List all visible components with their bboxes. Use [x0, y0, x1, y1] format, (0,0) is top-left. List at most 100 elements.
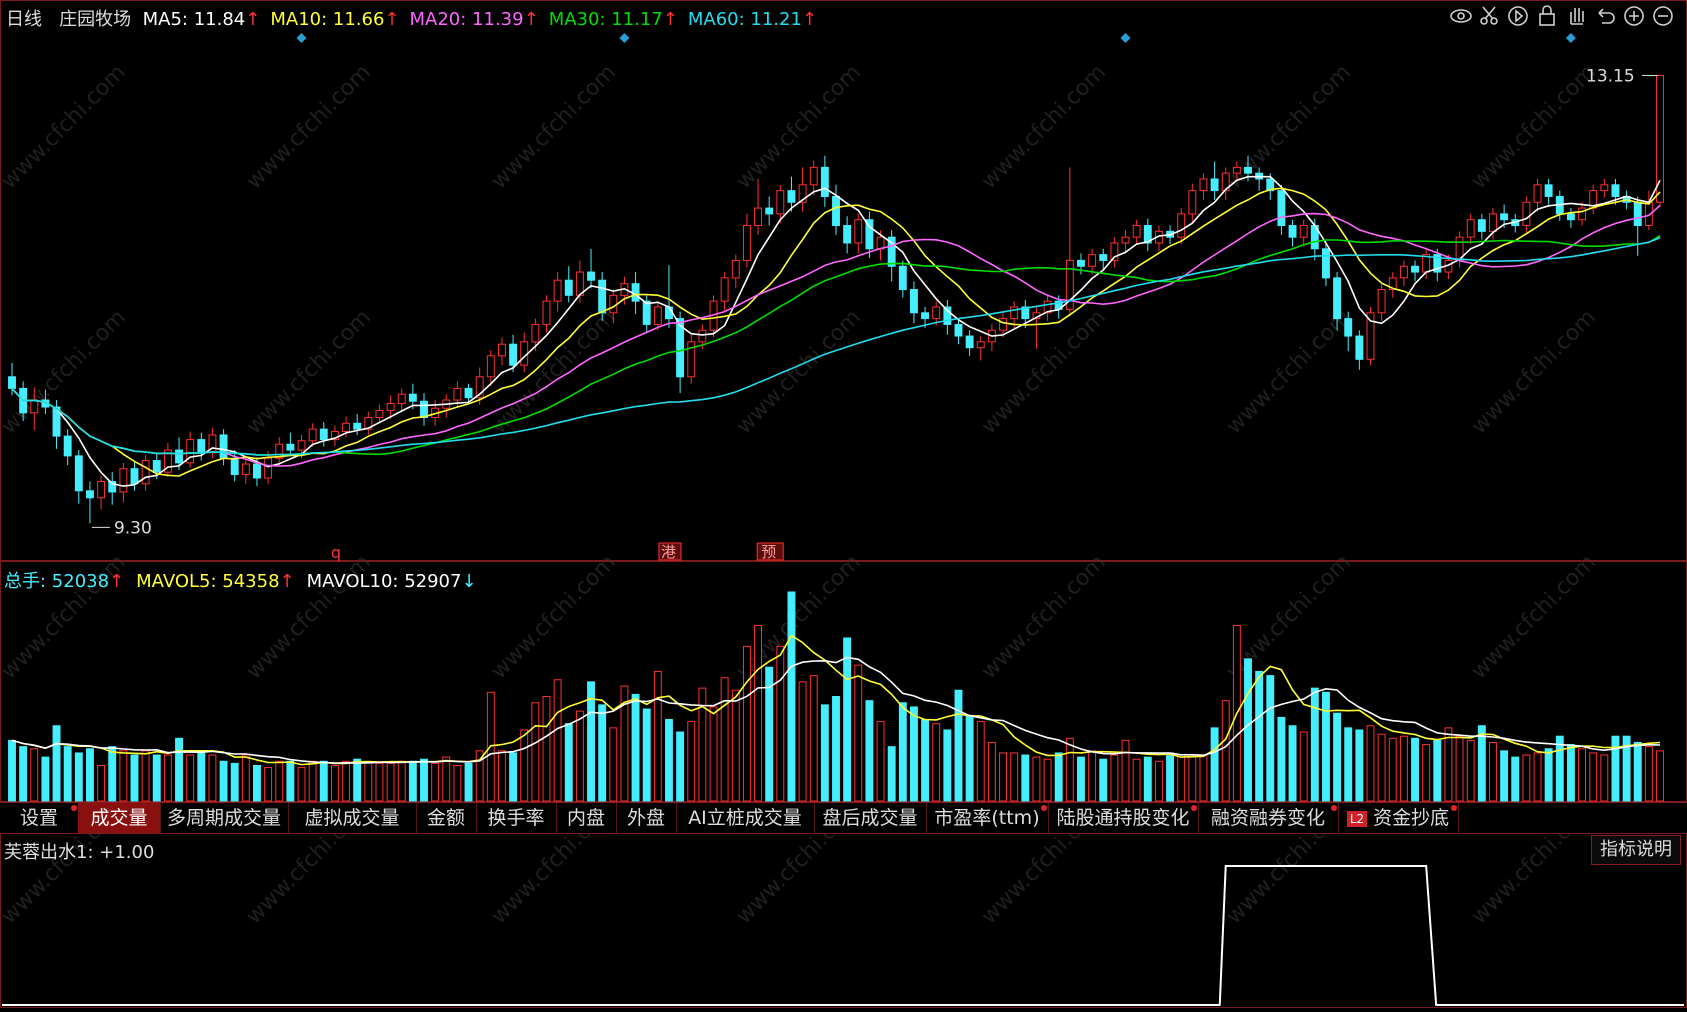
volume-bar [687, 721, 696, 802]
toolbar-icons[interactable] [1449, 4, 1679, 28]
volume-bar [175, 737, 183, 802]
tab-12[interactable]: 融资融券变化 [1198, 803, 1339, 833]
chart-canvas[interactable]: www.cfchi.com www.cfchi.com www.cfchi.com w… [0, 0, 1687, 1008]
tab-label: 融资融券变化 [1210, 807, 1325, 829]
tab-10[interactable]: 市盈率(ttm) [926, 803, 1049, 833]
ma-legend-item[interactable]: MA10: 11.66↑ [270, 9, 399, 30]
tab-1[interactable]: 成交量 [78, 803, 161, 833]
candle [497, 343, 506, 357]
volume-bar [1277, 716, 1286, 802]
price-header: 日线 庄园牧场 MA5: 11.84↑ MA10: 11.66↑ MA20: 11.… [6, 5, 827, 31]
volume-bar [63, 746, 72, 802]
volume-bar [843, 637, 852, 802]
tab-label: 金额 [426, 807, 465, 829]
candle [297, 440, 306, 451]
ma-legend-item[interactable]: MA60: 11.21↑ [688, 9, 817, 30]
volume-bar [1121, 739, 1130, 802]
marker-q: q [331, 543, 341, 562]
candle [1188, 190, 1197, 215]
volume-bar [898, 702, 907, 802]
candle [1377, 289, 1386, 314]
candles [8, 74, 1664, 524]
volume-bar [275, 760, 284, 802]
tab-13[interactable]: L2 资金抄底 [1338, 803, 1459, 833]
volume-bar [642, 708, 651, 802]
candle [219, 434, 228, 459]
candle [1477, 219, 1486, 232]
tab-0[interactable]: 设置 [0, 803, 79, 833]
candle [553, 279, 562, 302]
ma-legend: MA5: 11.84↑ MA10: 11.66↑ MA20: 11.39↑ MA30:… [143, 9, 827, 30]
tab-8[interactable]: AI立桩成交量 [676, 803, 815, 833]
volume-bar [74, 752, 83, 802]
volume-bar [1199, 754, 1208, 802]
tab-2[interactable]: 多周期成交量 [160, 803, 289, 833]
candle [832, 195, 840, 227]
ma-legend-text: MA5: 11.84 [142, 9, 246, 30]
volume-bar [1321, 691, 1330, 802]
candle [1411, 265, 1419, 273]
candle [141, 460, 150, 485]
volume-bar [41, 756, 50, 802]
volume-bar [230, 762, 239, 802]
undo-icon [1598, 8, 1615, 24]
event-diamond-icon [296, 33, 307, 43]
ma-legend-item[interactable]: MA5: 11.84↑ [143, 9, 261, 30]
watermark-text: www.cfchi.com [732, 60, 866, 194]
tab-6[interactable]: 内盘 [556, 803, 617, 833]
tab-5[interactable]: 换手率 [476, 803, 557, 833]
tab-label: 多周期成交量 [166, 807, 281, 829]
volume-bar [197, 750, 206, 802]
candle [1656, 74, 1664, 203]
volume-bar [464, 762, 473, 802]
tab-9[interactable]: 盘后成交量 [814, 803, 927, 833]
chart-stage[interactable]: www.cfchi.com www.cfchi.com www.cfchi.com w… [0, 0, 1687, 1008]
candle [731, 259, 740, 279]
tab-label: 陆股通持股变化 [1056, 807, 1190, 829]
trend-arrow-icon: ↓ [461, 571, 477, 592]
ma-legend-item[interactable]: MA20: 11.39↑ [410, 9, 539, 30]
tab-3[interactable]: 虚拟成交量 [288, 803, 417, 833]
volume-bar [97, 764, 106, 802]
volume-bar [1522, 754, 1531, 802]
volume-bar [1399, 735, 1408, 802]
watermark-text: www.cfchi.com [1467, 550, 1601, 684]
tab-label: 市盈率(ttm) [934, 807, 1040, 829]
volume-bar [787, 591, 796, 802]
volume-bar [854, 664, 863, 802]
volume-bar [965, 714, 974, 802]
trend-arrow-icon: ↑ [384, 9, 400, 30]
ma-legend-item[interactable]: MA30: 11.17↑ [549, 9, 678, 30]
volume-bar [742, 645, 751, 802]
candle [175, 449, 183, 464]
volume-bar [1010, 752, 1019, 802]
indicator-label: 芙蓉出水1: [4, 842, 94, 863]
volume-bar [19, 746, 28, 802]
volume-bar [676, 731, 685, 802]
candle [1399, 265, 1408, 279]
watermark-text: www.cfchi.com [487, 305, 621, 439]
indicator-explain-button[interactable]: 指标说明 [1591, 835, 1681, 865]
volume-bar [1110, 754, 1119, 802]
volume-bar [1533, 752, 1542, 802]
volume-bar [754, 624, 763, 802]
volume-bar [52, 725, 61, 802]
plus-icon [1624, 6, 1644, 26]
candle [1288, 225, 1297, 238]
volume-bar [1511, 756, 1520, 802]
tab-11[interactable]: 陆股通持股变化 [1048, 803, 1199, 833]
candle [408, 393, 417, 402]
volume-bar [631, 693, 640, 802]
high-price-label: 13.15 [1586, 66, 1635, 86]
candle [1611, 184, 1620, 197]
volume-bar [1377, 733, 1386, 802]
candle [319, 428, 328, 441]
candle [386, 403, 395, 412]
tab-4[interactable]: 金额 [416, 803, 477, 833]
volume-bar [1077, 756, 1085, 802]
candle [1466, 219, 1475, 238]
period-label[interactable]: 日线 [6, 9, 42, 30]
volume-bar [1032, 756, 1041, 802]
play-icon [1508, 6, 1528, 26]
tab-7[interactable]: 外盘 [616, 803, 677, 833]
